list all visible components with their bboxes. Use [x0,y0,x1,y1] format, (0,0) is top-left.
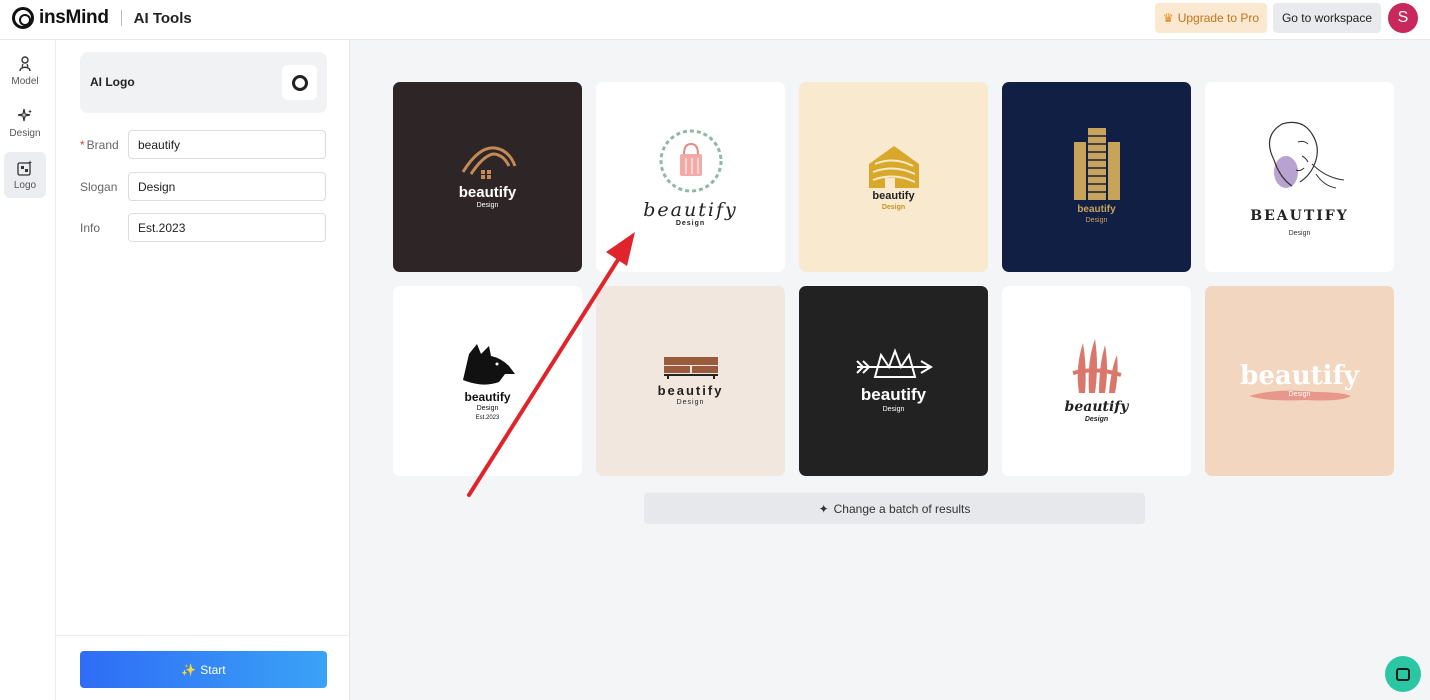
section-title: AI Tools [133,9,192,27]
card-brand: beautify [860,385,927,404]
required-marker: * [80,138,85,152]
card-brand: beautify [464,390,511,404]
change-batch-label: Change a batch of results [833,501,971,516]
upgrade-label: Upgrade to Pro [1177,11,1260,25]
start-button[interactable]: ✨ Start [80,651,327,688]
card-slogan: Design [1085,217,1108,224]
card-slogan: Design [1288,229,1311,237]
results-grid: beautify Design beautify Design beautify… [393,82,1396,476]
card-info: Est.2023 [475,415,500,421]
wolf-head-icon [462,344,515,385]
logo-badge-icon [291,74,308,91]
result-card[interactable]: beautify Design [799,286,988,476]
chat-icon [1396,667,1410,681]
result-card[interactable]: beautify Design [1205,286,1394,476]
rail-label-model: Model [11,76,39,87]
card-brand: BEAUTIFY [1250,207,1349,224]
app-name: insMind [39,7,109,28]
card-brand: beautify [643,198,738,221]
tool-title: AI Logo [90,75,135,89]
card-brand: beautify [1064,399,1129,415]
crown-icon: ♛ [1162,11,1174,25]
rail-label-design: Design [9,128,41,139]
left-rail: Model Design Logo [0,40,56,700]
crown-arrow-icon [855,348,933,378]
start-label: Start [200,662,226,677]
brand-input[interactable] [128,130,326,159]
insmind-logo-icon [12,7,34,29]
go-to-workspace-button[interactable]: Go to workspace [1273,3,1381,33]
result-card[interactable]: BEAUTIFY Design [1205,82,1394,272]
slogan-input[interactable] [128,172,326,201]
top-header: insMind AI Tools ♛ Upgrade to Pro Go to … [0,0,1430,40]
result-card[interactable]: beautify Design [393,82,582,272]
house-roof-icon [461,145,516,179]
rail-item-design[interactable]: Design [4,100,46,146]
result-card[interactable]: beautify Design [596,82,785,272]
person-icon [19,56,31,72]
tool-card: AI Logo [80,52,327,113]
result-card[interactable]: beautify Design [1002,286,1191,476]
card-slogan: Design [675,219,706,227]
card-slogan: Design [1084,416,1109,423]
result-card[interactable]: beautify Design Est.2023 [393,286,582,476]
card-brand: beautify [458,183,517,201]
settings-panel: AI Logo *Brand Slogan Info ✨ Start [56,40,350,700]
avatar[interactable]: S [1388,3,1418,33]
gold-house-icon [868,145,919,188]
card-brand: beautify [1077,204,1116,215]
logo-divider [120,10,122,26]
slogan-label: Slogan [80,180,118,194]
result-card[interactable]: beautify Design [596,286,785,476]
sparkle-icon: ✦ [818,501,829,516]
info-input[interactable] [128,213,326,242]
brand-label-text: Brand [86,138,119,152]
change-batch-button[interactable]: ✦ Change a batch of results [644,493,1145,524]
tool-thumbnail [282,65,317,100]
card-slogan: Design [882,406,905,413]
brush-strokes-icon [1072,339,1122,393]
card-brand: beautify [872,189,915,202]
help-chat-button[interactable] [1385,656,1421,692]
logo-icon [17,160,33,176]
shopping-bag-wreath-icon [659,129,722,192]
card-slogan: Design [881,203,906,211]
card-slogan: Design [676,398,705,406]
sparkle-icon [17,108,32,122]
info-label: Info [80,221,101,235]
face-line-art-icon [1268,121,1344,188]
rail-item-logo[interactable]: Logo [4,152,46,198]
card-slogan: Design [476,405,499,412]
upgrade-button[interactable]: ♛ Upgrade to Pro [1155,3,1267,33]
result-card[interactable]: beautify Design [799,82,988,272]
brand-label: * Brand [80,138,119,152]
card-slogan: Design [1288,391,1311,398]
card-brand: beautify [1240,361,1359,391]
sofa-icon [663,356,718,379]
rail-item-model[interactable]: Model [4,48,46,94]
card-slogan: Design [476,201,499,209]
rail-label-logo: Logo [13,180,37,191]
card-brand: beautify [657,382,724,398]
app-logo[interactable]: insMind AI Tools [12,7,192,29]
sparkle-icon: ✨ [181,662,197,677]
result-card[interactable]: beautify Design [1002,82,1191,272]
building-icon [1073,128,1120,200]
panel-divider [56,635,350,636]
